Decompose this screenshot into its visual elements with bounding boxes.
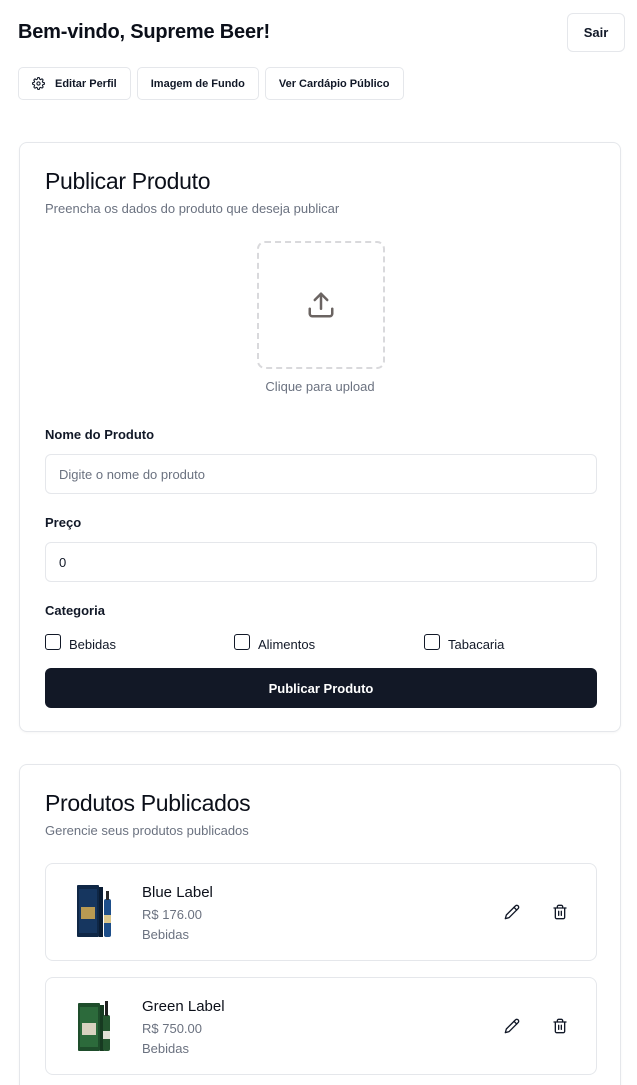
background-image-button[interactable]: Imagem de Fundo [136, 67, 259, 100]
checkbox[interactable] [45, 633, 61, 650]
publish-title: Publicar Produto [45, 168, 211, 194]
products-title: Produtos Publicados [45, 790, 251, 816]
pencil-icon [504, 1018, 520, 1034]
delete-product-button[interactable] [550, 1016, 570, 1036]
gear-icon [32, 77, 45, 90]
category-option-bebidas[interactable]: Bebidas [45, 631, 116, 652]
category-option-alimentos[interactable]: Alimentos [234, 631, 315, 652]
price-label: Preço [45, 515, 82, 530]
category-option-label: Bebidas [69, 637, 116, 652]
published-products-card: Produtos Publicados Gerencie seus produt… [19, 764, 621, 1085]
logout-button[interactable]: Sair [567, 13, 625, 52]
upload-label: Clique para upload [265, 379, 375, 394]
trash-icon [553, 904, 567, 920]
product-category: Bebidas [142, 1041, 189, 1056]
product-name-input[interactable] [45, 454, 597, 494]
edit-product-button[interactable] [502, 902, 522, 922]
edit-product-button[interactable] [502, 1016, 522, 1036]
edit-profile-label: Editar Perfil [55, 77, 117, 90]
product-category: Bebidas [142, 927, 189, 942]
publish-product-card: Publicar Produto Preencha os dados do pr… [19, 142, 621, 732]
category-option-tabacaria[interactable]: Tabacaria [424, 631, 504, 652]
welcome-title: Bem-vindo, Supreme Beer! [18, 21, 270, 43]
product-item: Green Label R$ 750.00 Bebidas [45, 977, 597, 1075]
public-menu-button[interactable]: Ver Cardápio Público [264, 67, 404, 100]
header: Bem-vindo, Supreme Beer! Sair [18, 13, 625, 52]
product-name-label: Nome do Produto [45, 427, 155, 442]
upload-icon [308, 292, 334, 318]
edit-profile-button[interactable]: Editar Perfil [18, 67, 131, 100]
product-price: R$ 176.00 [142, 907, 202, 922]
checkbox[interactable] [234, 633, 250, 650]
pencil-icon [504, 904, 520, 920]
category-option-label: Tabacaria [448, 637, 505, 652]
product-image [78, 1001, 110, 1051]
product-price: R$ 750.00 [142, 1021, 202, 1036]
product-image [77, 885, 111, 937]
publish-product-button[interactable]: Publicar Produto [45, 668, 597, 708]
product-item: Blue Label R$ 176.00 Bebidas [45, 863, 597, 961]
product-name: Green Label [142, 998, 225, 1015]
delete-product-button[interactable] [550, 902, 570, 922]
image-upload-dropzone[interactable] [257, 241, 385, 369]
products-subtitle: Gerencie seus produtos publicados [45, 823, 249, 838]
category-label: Categoria [45, 603, 105, 618]
trash-icon [553, 1018, 567, 1034]
price-input[interactable] [45, 542, 597, 582]
checkbox[interactable] [424, 633, 440, 650]
category-option-label: Alimentos [258, 637, 316, 652]
publish-subtitle: Preencha os dados do produto que deseja … [45, 201, 340, 216]
category-options: Bebidas Alimentos Tabacaria [45, 631, 605, 655]
product-name: Blue Label [142, 884, 213, 901]
toolbar: Editar Perfil Imagem de Fundo Ver Cardáp… [18, 67, 404, 100]
